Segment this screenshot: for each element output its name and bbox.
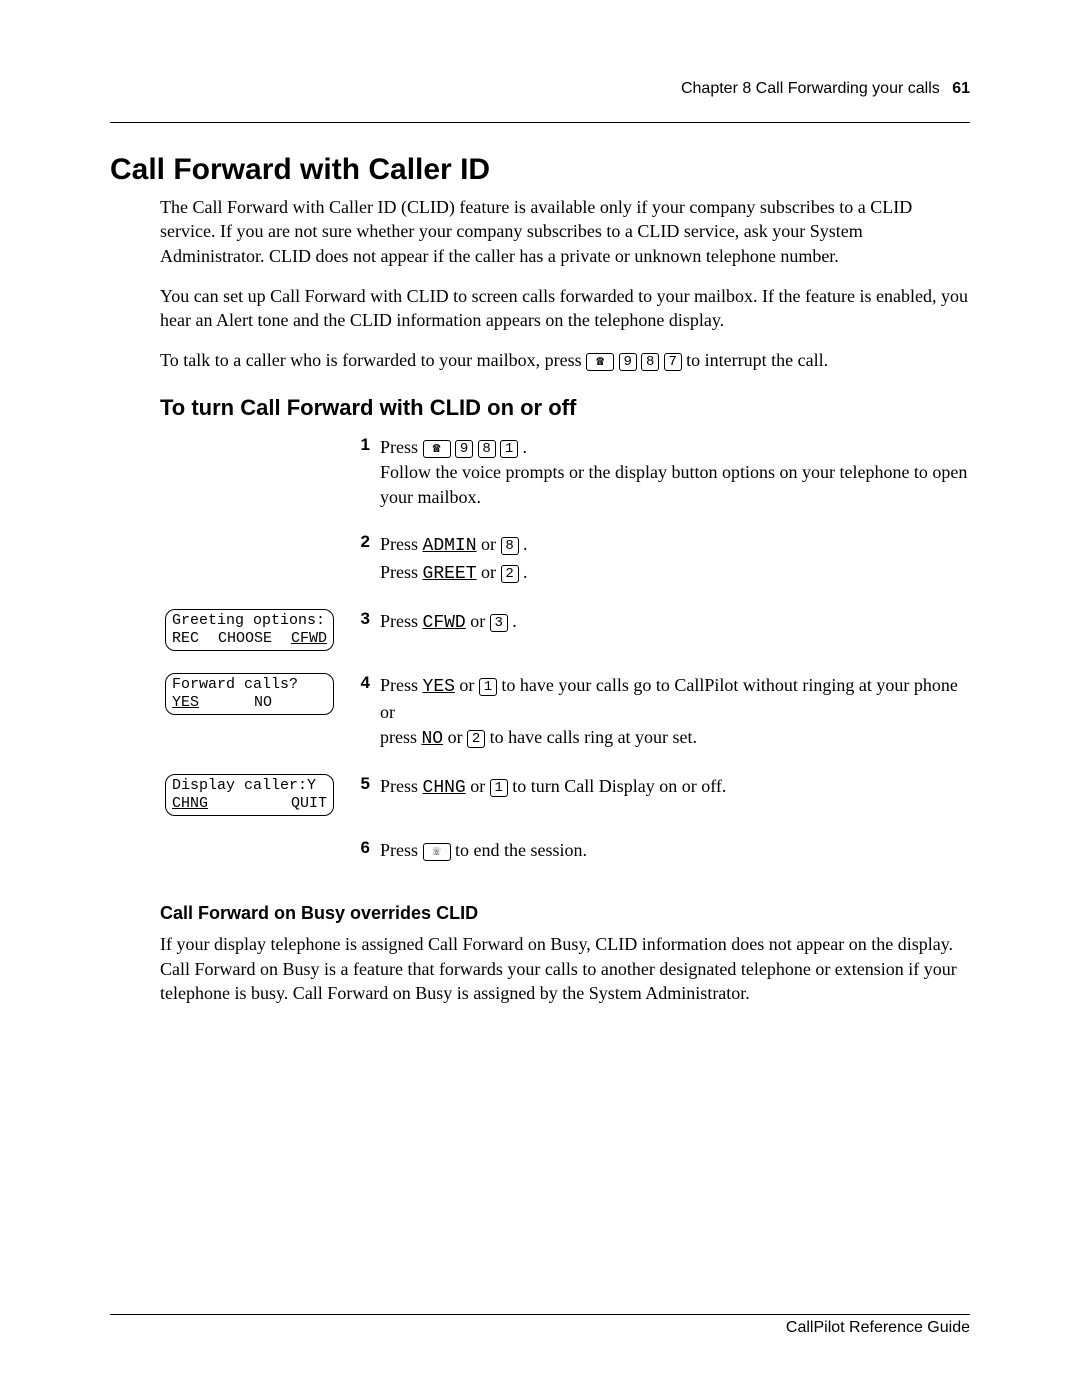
step-text: Press CFWD or 3 .: [380, 609, 970, 636]
header-rule: [110, 122, 970, 123]
digit-key: 1: [479, 678, 497, 696]
digit-key: 8: [478, 440, 496, 458]
lcd-line1: Greeting options:: [172, 612, 327, 630]
feature-key-icon: ☎: [423, 440, 451, 458]
feature-key-icon: ☎: [586, 353, 614, 371]
step-row: 2 Press ADMIN or 8 . Press GREET or 2 .: [165, 532, 970, 586]
step-row: Forward calls? YES NO 4 Press YES or 1 t…: [165, 673, 970, 753]
step-text: Press ADMIN or 8 . Press GREET or 2 .: [380, 532, 970, 586]
softkey-greet: GREET: [423, 564, 477, 584]
lcd-line1: Forward calls?: [172, 676, 327, 694]
intro-para-3: To talk to a caller who is forwarded to …: [160, 348, 970, 372]
digit-key: 1: [490, 779, 508, 797]
lcd-softkey: CHOOSE: [218, 630, 272, 648]
lcd-softkey: CFWD: [291, 630, 327, 648]
page-number: 61: [952, 80, 970, 97]
text: to interrupt the call.: [686, 350, 828, 370]
procedure-title: To turn Call Forward with CLID on or off: [160, 395, 970, 421]
digit-key: 8: [641, 353, 659, 371]
softkey-yes: YES: [423, 677, 455, 697]
lcd-line1: Display caller:Y: [172, 777, 327, 795]
step-number: 2: [340, 532, 380, 552]
digit-key: 1: [500, 440, 518, 458]
step-row: 1 Press ☎ 9 8 1 . Follow the voice promp…: [165, 435, 970, 511]
lcd-softkey: QUIT: [291, 795, 327, 813]
subsection-title: Call Forward on Busy overrides CLID: [160, 903, 970, 924]
footer: CallPilot Reference Guide: [110, 1314, 970, 1337]
softkey-admin: ADMIN: [423, 536, 477, 556]
footer-rule: [110, 1314, 970, 1315]
step-text: Press YES or 1 to have your calls go to …: [380, 673, 970, 753]
softkey-cfwd: CFWD: [423, 613, 466, 633]
step-row: 6 Press ☏ to end the session.: [165, 838, 970, 863]
page: Chapter 8 Call Forwarding your calls 6 1 …: [0, 0, 1080, 1397]
footer-text: CallPilot Reference Guide: [110, 1319, 970, 1337]
step-number: 4: [340, 673, 380, 693]
step-text: Press ☎ 9 8 1 . Follow the voice prompts…: [380, 435, 970, 511]
lcd-softkey: REC: [172, 630, 199, 648]
chapter-label: Chapter 8 Call Forwarding your calls: [681, 80, 940, 97]
digit-key: 3: [490, 614, 508, 632]
text: To talk to a caller who is forwarded to …: [160, 350, 586, 370]
softkey-no: NO: [422, 729, 444, 749]
digit-key: 7: [664, 353, 682, 371]
digit-key: 8: [501, 537, 519, 555]
step-text: Press ☏ to end the session.: [380, 838, 970, 863]
softkey-chng: CHNG: [423, 778, 466, 798]
running-header: Chapter 8 Call Forwarding your calls 61: [110, 80, 970, 98]
step-number: 1: [340, 435, 380, 455]
digit-key: 9: [455, 440, 473, 458]
release-key-icon: ☏: [423, 843, 451, 861]
lcd-softkey: YES: [172, 694, 199, 712]
step-number: 6: [340, 838, 380, 858]
phone-display: Display caller:Y CHNG QUIT: [165, 774, 334, 816]
phone-display: Greeting options: REC CHOOSE CFWD: [165, 609, 334, 651]
digit-key: 2: [501, 565, 519, 583]
subsection-para: If your display telephone is assigned Ca…: [160, 932, 970, 1005]
digit-key: 9: [619, 353, 637, 371]
step-row: Display caller:Y CHNG QUIT 5 Press CHNG …: [165, 774, 970, 816]
lcd-softkey: CHNG: [172, 795, 208, 813]
section-title: Call Forward with Caller ID: [110, 153, 970, 187]
step-number: 5: [340, 774, 380, 794]
step-text: Press CHNG or 1 to turn Call Display on …: [380, 774, 970, 801]
intro-para-1: The Call Forward with Caller ID (CLID) f…: [160, 195, 970, 268]
intro-para-2: You can set up Call Forward with CLID to…: [160, 284, 970, 333]
steps-list: 1 Press ☎ 9 8 1 . Follow the voice promp…: [165, 435, 970, 864]
step-number: 3: [340, 609, 380, 629]
lcd-softkey: NO: [254, 694, 272, 712]
phone-display: Forward calls? YES NO: [165, 673, 334, 715]
step-row: Greeting options: REC CHOOSE CFWD 3 Pres…: [165, 609, 970, 651]
digit-key: 2: [467, 730, 485, 748]
